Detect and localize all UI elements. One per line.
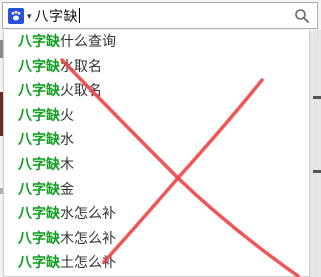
suggestion-text: 火取名 <box>60 83 102 100</box>
suggestion-item[interactable]: 八字缺水 <box>4 128 309 153</box>
suggestion-highlight: 八字缺 <box>18 132 60 149</box>
search-bar[interactable]: ▾ 八字缺 <box>2 2 318 29</box>
suggestion-item[interactable]: 八字缺水取名 <box>4 55 309 80</box>
suggestion-highlight: 八字缺 <box>18 83 60 100</box>
suggestion-text: 水怎么补 <box>60 206 116 223</box>
suggestion-text: 土怎么补 <box>60 255 116 272</box>
suggestion-highlight: 八字缺 <box>18 255 60 272</box>
suggestion-text: 水取名 <box>60 58 102 75</box>
suggestion-item[interactable]: 八字缺金 <box>4 178 309 203</box>
suggestion-text: 木怎么补 <box>60 230 116 247</box>
suggestion-highlight: 八字缺 <box>18 230 60 247</box>
suggestion-item[interactable]: 八字缺什么查询 <box>4 30 309 55</box>
suggestion-item[interactable]: 八字缺火取名 <box>4 79 309 104</box>
background-page-fragment <box>313 170 321 173</box>
suggestion-item[interactable]: 八字缺木 <box>4 153 309 178</box>
suggestion-text: 什么查询 <box>60 34 116 50</box>
suggestion-highlight: 八字缺 <box>18 34 60 50</box>
suggestion-item[interactable]: 八字缺水怎么补 <box>4 202 309 227</box>
suggestion-text: 水 <box>60 132 74 149</box>
suggestion-highlight: 八字缺 <box>18 107 60 124</box>
search-input[interactable]: 八字缺 <box>35 6 79 26</box>
suggestion-item[interactable]: 八字缺木怎么补 <box>4 227 309 252</box>
suggestion-highlight: 八字缺 <box>18 156 60 173</box>
text-cursor <box>79 8 81 23</box>
suggestion-highlight: 八字缺 <box>18 206 60 223</box>
suggestion-text: 火 <box>60 107 74 124</box>
search-icon[interactable] <box>294 8 310 24</box>
suggestion-dropdown: 八字缺什么查询 八字缺水取名 八字缺火取名 八字缺火 八字缺水 八字缺木 八字缺金 八字缺水怎… <box>3 30 310 277</box>
suggestion-text: 金 <box>60 181 74 198</box>
background-page-edge <box>313 30 321 277</box>
engine-dropdown-caret-icon[interactable]: ▾ <box>27 12 32 22</box>
suggestion-highlight: 八字缺 <box>18 181 60 198</box>
suggestion-highlight: 八字缺 <box>18 58 60 75</box>
suggestion-item[interactable]: 八字缺土怎么补 <box>4 251 309 276</box>
background-page-fragment <box>313 96 321 99</box>
suggestion-text: 木 <box>60 156 74 173</box>
suggestion-item[interactable]: 八字缺火 <box>4 104 309 129</box>
paw-icon[interactable] <box>8 7 24 24</box>
